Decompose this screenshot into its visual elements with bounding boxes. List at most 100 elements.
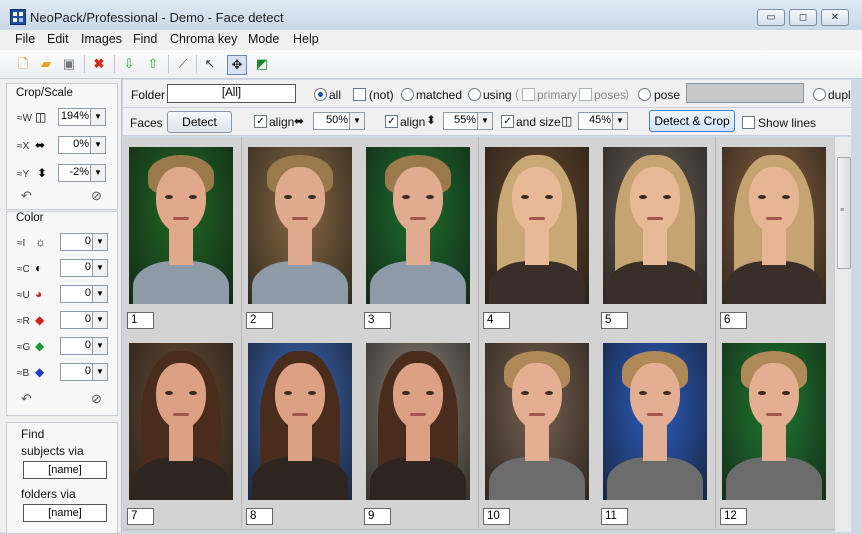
reset-icon[interactable]: ⊘ <box>91 188 102 204</box>
chevron-down-icon[interactable]: ▼ <box>349 113 364 129</box>
pose-selector[interactable] <box>686 83 804 103</box>
thumbnail-cell[interactable]: 7 <box>123 333 242 530</box>
y-spinner[interactable]: -2% ▼ <box>58 164 106 182</box>
import-icon[interactable]: ⇩ <box>120 55 138 73</box>
thumbnail-cell[interactable]: 4 <box>479 137 598 334</box>
align2-checkbox[interactable]: ✓ <box>385 115 398 128</box>
reset-icon[interactable]: ⊘ <box>91 391 102 407</box>
thumbnail-cell[interactable]: 9 <box>360 333 479 530</box>
undo-icon[interactable]: ↶ <box>21 391 32 407</box>
menu-edit[interactable]: Edit <box>47 32 69 46</box>
chevron-down-icon[interactable]: ▼ <box>92 364 107 380</box>
undo-icon[interactable]: ↶ <box>21 188 32 204</box>
menu-file[interactable]: File <box>15 32 35 46</box>
save-icon[interactable]: ▣ <box>60 55 78 73</box>
folders-name-field[interactable]: [name] <box>23 504 107 522</box>
shirt-shape <box>133 261 229 304</box>
chevron-down-icon[interactable]: ▼ <box>92 234 107 250</box>
chevron-down-icon[interactable]: ▼ <box>92 286 107 302</box>
thumbnail-cell[interactable]: 3 <box>360 137 479 334</box>
menu-help[interactable]: Help <box>293 32 319 46</box>
detect-button[interactable]: Detect <box>167 111 232 133</box>
all-radio[interactable] <box>314 88 327 101</box>
dupli-radio[interactable] <box>813 88 826 101</box>
width-spinner[interactable]: 194% ▼ <box>58 108 106 126</box>
thumbnail-cell[interactable]: 1 <box>123 137 242 334</box>
primary-checkbox[interactable] <box>522 88 535 101</box>
menu-images[interactable]: Images <box>81 32 122 46</box>
matched-radio[interactable] <box>401 88 414 101</box>
eyes-shape <box>284 195 316 199</box>
align2-spinner[interactable]: 55% ▼ <box>443 112 493 130</box>
crop-export-icon[interactable]: ◩ <box>253 55 271 73</box>
folder-field[interactable]: [All] <box>167 84 296 103</box>
thumbnail-photo[interactable] <box>129 343 233 500</box>
contrast-spinner[interactable]: 0 ▼ <box>60 259 108 277</box>
thumbnail-photo[interactable] <box>485 147 589 304</box>
menu-chroma-key[interactable]: Chroma key <box>170 32 237 46</box>
thumbnail-photo[interactable] <box>722 343 826 500</box>
thumbnail-photo[interactable] <box>603 343 707 500</box>
size-spinner[interactable]: 45% ▼ <box>578 112 628 130</box>
align1-checkbox[interactable]: ✓ <box>254 115 267 128</box>
red-spinner[interactable]: 0 ▼ <box>60 311 108 329</box>
eyes-shape <box>758 195 790 199</box>
chevron-down-icon[interactable]: ▼ <box>612 113 627 129</box>
thumbnail-photo[interactable] <box>485 343 589 500</box>
menu-find[interactable]: Find <box>133 32 157 46</box>
thumbnail-photo[interactable] <box>722 147 826 304</box>
thumbnail-cell[interactable]: 10 <box>479 333 598 530</box>
thumbnail-cell[interactable]: 5 <box>597 137 716 334</box>
align1-spinner[interactable]: 50% ▼ <box>313 112 365 130</box>
open-folder-icon[interactable]: ▰ <box>37 55 55 73</box>
minimize-button[interactable]: ▭ <box>757 9 785 26</box>
thumbnail-cell[interactable]: 12 <box>716 333 834 530</box>
new-icon[interactable]: 🗋 <box>14 55 32 73</box>
pose-radio[interactable] <box>638 88 651 101</box>
intensity-spinner[interactable]: 0 ▼ <box>60 233 108 251</box>
export-icon[interactable]: ⇧ <box>144 55 162 73</box>
menu-mode[interactable]: Mode <box>248 32 279 46</box>
subjects-name-field[interactable]: [name] <box>23 461 107 479</box>
thumbnail-cell[interactable]: 11 <box>597 333 716 530</box>
chevron-down-icon[interactable]: ▼ <box>92 260 107 276</box>
thumbnail-photo[interactable] <box>129 147 233 304</box>
thumbnail-photo[interactable] <box>366 343 470 500</box>
folder-label: Folder <box>131 88 166 102</box>
using-radio[interactable] <box>468 88 481 101</box>
thumbnail-cell[interactable]: 2 <box>242 137 361 334</box>
close-button[interactable]: ✕ <box>821 9 849 26</box>
and-size-checkbox[interactable]: ✓ <box>501 115 514 128</box>
find-title: Find <box>21 427 45 441</box>
thumbnail-photo[interactable] <box>366 147 470 304</box>
chevron-down-icon[interactable]: ▼ <box>477 113 492 129</box>
show-lines-checkbox[interactable] <box>742 116 755 129</box>
x-spinner[interactable]: 0% ▼ <box>58 136 106 154</box>
green-spinner[interactable]: 0 ▼ <box>60 337 108 355</box>
not-checkbox[interactable] <box>353 88 366 101</box>
pointer-icon[interactable]: ↖ <box>201 55 219 73</box>
chevron-down-icon[interactable]: ▼ <box>90 109 105 125</box>
thumbnail-photo[interactable] <box>248 343 352 500</box>
faces-bar: Faces Detect ✓ align ⬌ 50% ▼ ✓ align ⬍ 55… <box>123 108 862 136</box>
thumbnail-cell[interactable]: 6 <box>716 137 834 334</box>
blue-label: ≈B <box>17 368 30 379</box>
eyes-shape <box>758 391 790 395</box>
chevron-down-icon[interactable]: ▼ <box>92 312 107 328</box>
thumbnail-photo[interactable] <box>603 147 707 304</box>
vertical-scrollbar[interactable]: ≡ <box>834 137 852 532</box>
chevron-down-icon[interactable]: ▼ <box>92 338 107 354</box>
brush-icon[interactable]: ⟋ <box>174 55 192 73</box>
chevron-down-icon[interactable]: ▼ <box>90 137 105 153</box>
delete-icon[interactable]: ✖ <box>90 55 108 73</box>
maximize-button[interactable]: ◻ <box>789 9 817 26</box>
show-lines-label: Show lines <box>758 116 817 130</box>
saturation-spinner[interactable]: 0 ▼ <box>60 285 108 303</box>
chevron-down-icon[interactable]: ▼ <box>90 165 105 181</box>
thumbnail-cell[interactable]: 8 <box>242 333 361 530</box>
blue-spinner[interactable]: 0 ▼ <box>60 363 108 381</box>
move-icon[interactable]: ✥ <box>227 55 247 75</box>
thumbnail-photo[interactable] <box>248 147 352 304</box>
poses-checkbox[interactable] <box>579 88 592 101</box>
detect-crop-button[interactable]: Detect & Crop <box>649 110 735 132</box>
